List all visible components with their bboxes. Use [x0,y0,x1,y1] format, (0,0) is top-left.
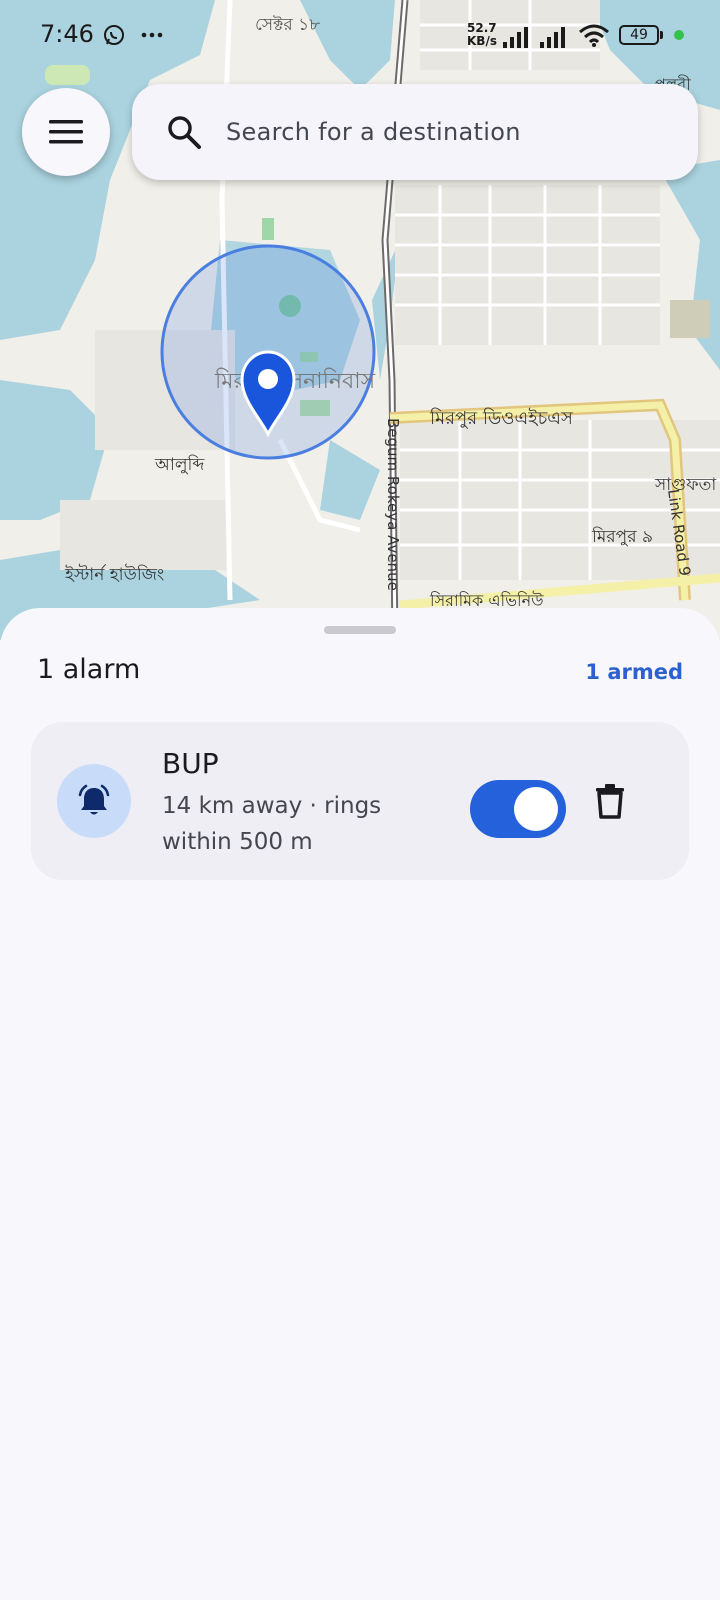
map-label-mirpur-dohs: মিরপুর ডিওএইচএস [429,408,574,429]
map-label-mirpur9: মিরপুর ৯ [591,526,653,547]
status-bar: 7:46 52.7 KB/s 49 [0,0,720,72]
map-label-begum-rokeya: Begum Rokeya Avenue [384,418,402,591]
search-input[interactable]: Search for a destination [226,118,521,146]
battery-level: 49 [630,27,648,43]
battery-tip [660,31,663,39]
alarm-count-title: 1 alarm [37,654,141,685]
battery-icon: 49 [619,25,659,45]
drag-handle[interactable] [324,626,396,634]
toggle-knob [514,787,558,831]
more-dots-icon [141,32,163,38]
status-notification-icons [102,22,165,47]
alarm-enabled-toggle[interactable] [470,780,566,838]
search-icon [168,116,201,149]
delete-icon [596,784,624,819]
delete-alarm-button[interactable] [588,779,632,823]
signal-icon [503,27,528,48]
alarm-bell-icon [78,784,110,815]
status-time: 7:46 [40,20,94,48]
network-speed-unit: KB/s [467,34,497,48]
menu-button[interactable] [22,88,110,176]
privacy-dot-icon [674,30,684,40]
search-bar[interactable]: Search for a destination [132,84,698,180]
wifi-icon [579,24,609,47]
alarm-avatar [57,764,131,838]
alarm-detail: 14 km away · rings within 500 m [162,793,382,855]
map-label-sagufta: সাগুফতা [654,475,717,495]
whatsapp-icon [104,25,124,45]
alarm-name: BUP [162,747,219,780]
network-speed: 52.7 KB/s [467,22,497,48]
signal-icon-2 [540,27,565,48]
map-label-eastern-housing: ইস্টার্ন হাউজিং [64,564,164,585]
armed-count-label: 1 armed [585,660,683,684]
menu-icon [49,120,83,144]
map-label-alubdi: আলুব্দি [154,454,205,475]
alarm-card[interactable]: BUP 14 km away · rings within 500 m [31,722,689,880]
alarms-bottom-sheet: 1 alarm 1 armed BUP 14 km away · rings w… [0,608,720,1600]
